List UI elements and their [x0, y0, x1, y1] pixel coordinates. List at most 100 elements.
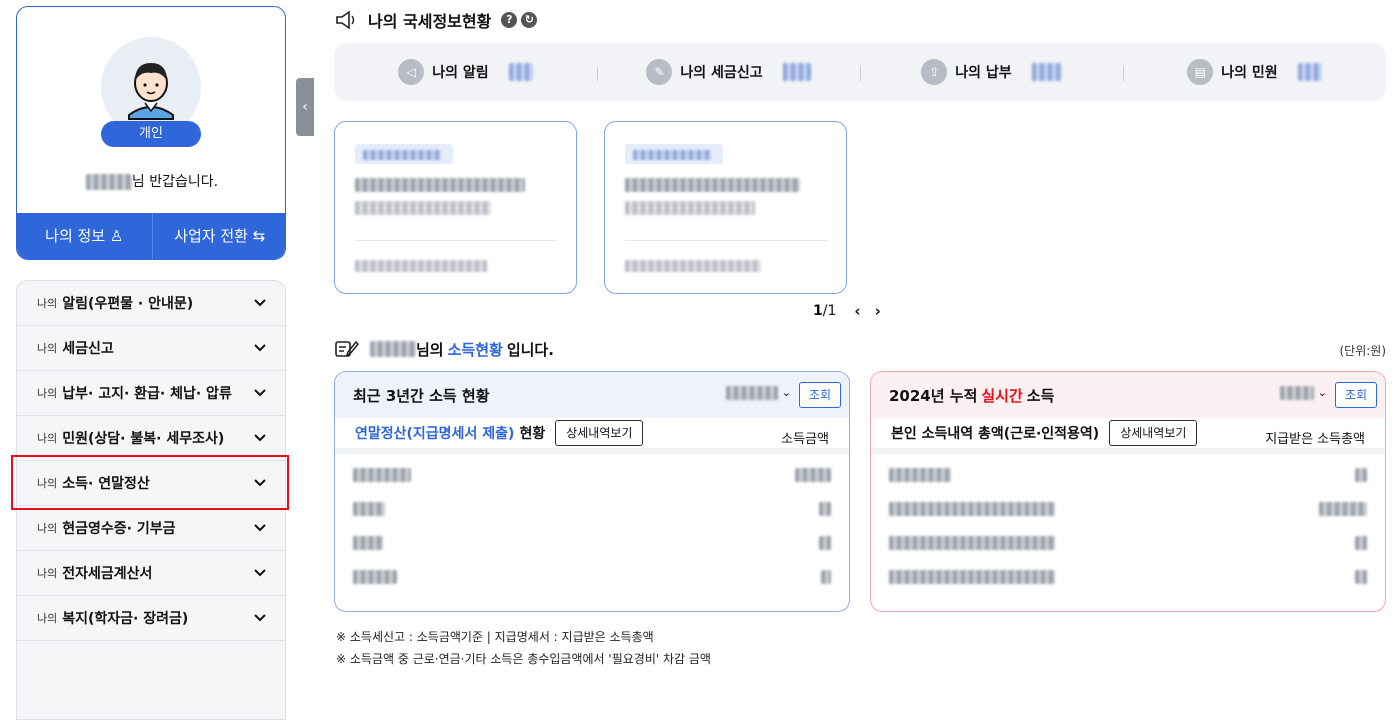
switch-business-button[interactable]: 사업자 전환 ⇆: [153, 213, 286, 259]
menu-item-receipts[interactable]: 나의 현금영수증· 기부금: [17, 506, 285, 551]
chevron-right-icon[interactable]: ›: [875, 302, 881, 320]
redacted-text: [355, 178, 525, 192]
year-select[interactable]: ⌄: [726, 386, 791, 400]
switch-business-label: 사업자 전환: [174, 227, 248, 245]
stat-alerts[interactable]: ◁ 나의 알림: [334, 59, 597, 85]
redacted-name: [370, 341, 416, 357]
card-tag: [355, 144, 453, 164]
chevron-left-icon: ‹: [302, 99, 308, 115]
menu-item-alerts[interactable]: 나의 알림(우편물 · 안내문): [17, 281, 285, 326]
redacted-text: [889, 468, 951, 482]
redacted-text: [1319, 502, 1367, 516]
redacted-text: [355, 201, 491, 215]
sidebar-collapse-button[interactable]: ‹: [296, 78, 314, 136]
menu-item-e-invoice[interactable]: 나의 전자세금계산서: [17, 551, 285, 596]
redacted-text: [353, 570, 397, 584]
menu-item-welfare[interactable]: 나의 복지(학자금· 장려금): [17, 596, 285, 641]
chevron-down-icon: ⌄: [781, 386, 791, 399]
menu-label: 복지(학자금· 장려금): [62, 611, 189, 627]
detail-button[interactable]: 상세내역보기: [555, 420, 644, 446]
panel-title: 최근 3년간 소득 현황: [353, 386, 490, 405]
redacted-count: [1297, 63, 1322, 81]
income-row: [889, 458, 1367, 492]
income-accent: 소득현황: [447, 340, 503, 359]
stat-tax-filing[interactable]: ✎ 나의 세금신고: [597, 59, 860, 85]
chevron-down-icon: [254, 299, 266, 307]
panel-title-tail: 소득: [1026, 386, 1055, 405]
panel-title: 2024년 누적: [889, 386, 978, 405]
card-pager: 1 / 1 ‹ ›: [813, 302, 881, 320]
sub-accent: 연말정산(지급명세서 제출): [355, 426, 515, 442]
redacted-text: [889, 502, 1055, 516]
redacted-text: [795, 468, 831, 482]
menu-prefix: 나의: [37, 432, 58, 445]
income-tail: 입니다.: [506, 340, 554, 359]
stat-label: 나의 민원: [1221, 65, 1278, 81]
stat-label: 나의 납부: [955, 65, 1012, 81]
redacted-count: [782, 63, 811, 81]
income-row: [889, 560, 1367, 594]
stat-civil[interactable]: ▤ 나의 민원: [1123, 59, 1386, 85]
redacted-text: [355, 260, 487, 272]
footnote: ※ 소득금액 중 근로·연금·기타 소득은 총수입금액에서 '필요경비' 차감 …: [336, 652, 711, 666]
unit-label: (단위:원): [1339, 344, 1386, 358]
period-select[interactable]: ⌄: [1280, 386, 1327, 400]
redacted-text: [819, 536, 831, 550]
footnote: ※ 소득세신고 : 소득금액기준 | 지급명세서 : 지급받은 소득총액: [336, 630, 654, 644]
megaphone-icon: [336, 10, 355, 30]
redacted-text: [889, 570, 1055, 584]
refresh-icon[interactable]: ↻: [521, 12, 538, 28]
redacted-period: [1280, 386, 1315, 400]
notice-card[interactable]: [334, 121, 577, 294]
query-button[interactable]: 조회: [799, 382, 841, 408]
menu-item-tax-filing[interactable]: 나의 세금신고: [17, 326, 285, 371]
redacted-text: [625, 178, 800, 192]
redacted-year: [726, 386, 779, 400]
footnotes: ※ 소득세신고 : 소득금액기준 | 지급명세서 : 지급받은 소득총액 ※ 소…: [336, 626, 711, 670]
redacted-text: [889, 536, 1055, 550]
my-info-button[interactable]: 나의 정보 ♙: [17, 213, 153, 259]
column-label: 소득금액: [781, 432, 829, 447]
edit-note-icon: [335, 340, 360, 357]
redacted-text: [1355, 468, 1367, 482]
chevron-down-icon: [254, 569, 266, 577]
help-icon[interactable]: ?: [501, 12, 518, 28]
redacted-text: [353, 536, 383, 550]
income-row: [353, 458, 831, 492]
redacted-name: [85, 174, 132, 190]
profile-card: 개인 님 반갑습니다. 나의 정보 ♙ 사업자 전환 ⇆: [16, 6, 286, 260]
page-title-row: 나의 국세정보현황 ? ↻: [334, 8, 538, 32]
upload-icon: ⇧: [921, 59, 948, 85]
menu-label: 알림(우편물 · 안내문): [62, 296, 194, 312]
query-button[interactable]: 조회: [1335, 382, 1377, 408]
menu-label: 현금영수증· 기부금: [62, 521, 176, 537]
chevron-down-icon: [254, 434, 266, 442]
swap-icon: ⇆: [252, 227, 266, 245]
income-row: [353, 526, 831, 560]
pager-total: 1: [827, 303, 837, 319]
chevron-down-icon: [254, 389, 266, 397]
person-icon: ♙: [109, 227, 124, 245]
menu-label: 세금신고: [62, 341, 114, 357]
income-title: 님의 소득현황 입니다.: [334, 338, 554, 360]
menu-item-payment[interactable]: 나의 납부· 고지· 환급· 체납· 압류: [17, 371, 285, 416]
chevron-down-icon: [254, 524, 266, 532]
menu-prefix: 나의: [37, 342, 58, 355]
card-tag: [625, 144, 723, 164]
detail-button[interactable]: 상세내역보기: [1109, 420, 1198, 446]
chevron-down-icon: [254, 614, 266, 622]
greeting-text: 님 반갑습니다.: [131, 174, 219, 190]
chevron-left-icon[interactable]: ‹: [854, 302, 860, 320]
stat-payment[interactable]: ⇧ 나의 납부: [860, 59, 1123, 85]
redacted-count: [508, 63, 533, 81]
greeting: 님 반갑습니다.: [17, 171, 285, 191]
income-suffix: 님의: [416, 340, 444, 359]
megaphone-icon: ◁: [398, 59, 425, 85]
menu-label: 민원(상담· 불복· 세무조사): [62, 431, 225, 447]
chevron-down-icon: [254, 344, 266, 352]
notice-card[interactable]: [604, 121, 847, 294]
page-title: 나의 국세정보현황: [368, 12, 492, 31]
summary-bar: ◁ 나의 알림 ✎ 나의 세금신고 ⇧ 나의 납부 ▤ 나의 민원: [334, 43, 1386, 101]
menu-label: 전자세금계산서: [62, 566, 153, 582]
redacted-text: [363, 149, 441, 160]
